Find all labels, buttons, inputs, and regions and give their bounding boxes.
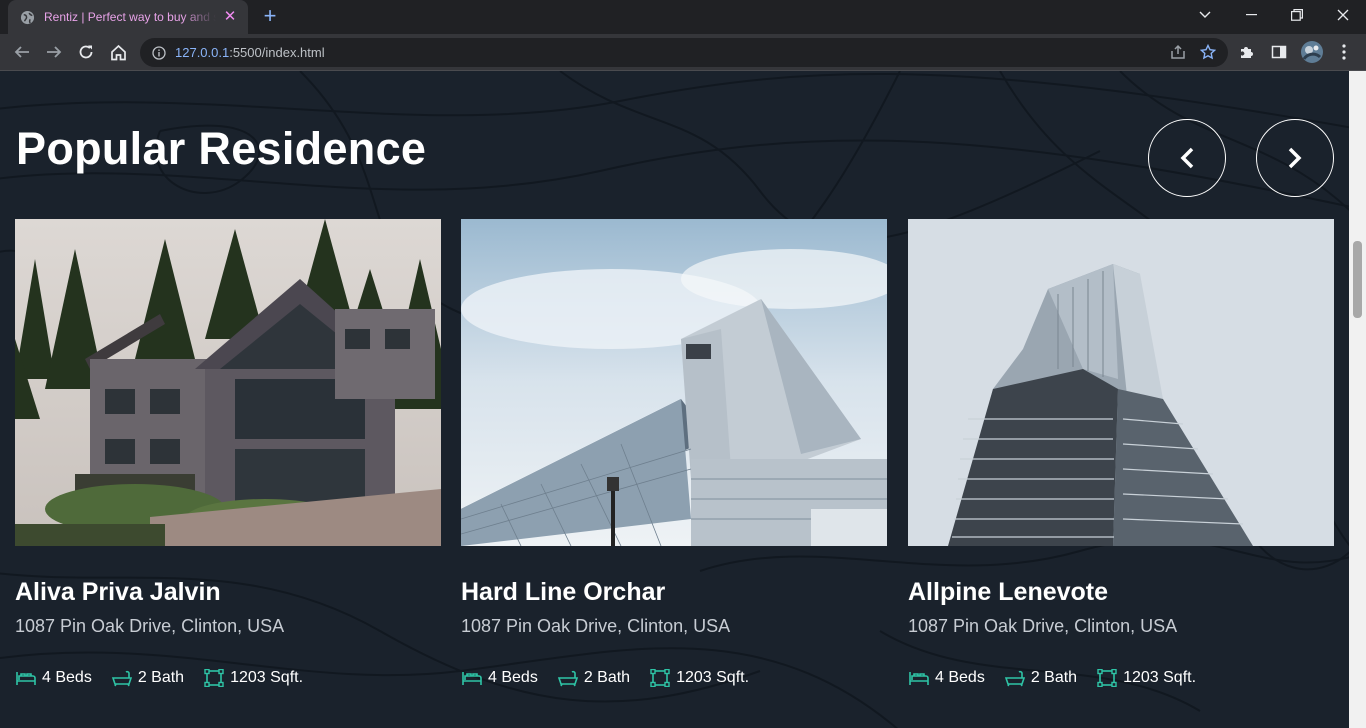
menu-kebab-icon[interactable] [1330,38,1358,66]
prev-slide-button[interactable] [1148,119,1226,197]
chevron-right-icon [1288,147,1302,169]
property-image-modern-building[interactable] [461,219,887,546]
property-address: 1087 Pin Oak Drive, Clinton, USA [461,616,731,636]
feature-area: 1203 Sqft. [1096,669,1196,687]
property-card[interactable]: Allpine Lenevote 1087 Pin Oak Drive, Cli… [908,219,1334,687]
chevron-left-icon [1180,147,1194,169]
bathtub-icon [1004,669,1026,687]
site-info-icon[interactable] [152,45,166,60]
area-label: 1203 Sqft. [1123,669,1197,686]
share-icon[interactable] [1170,44,1186,60]
address-bar[interactable]: 127.0.0.1:5500/index.html [140,38,1228,67]
feature-area: 1203 Sqft. [649,669,749,687]
window-controls [1182,0,1366,30]
feature-area: 1203 Sqft. [203,669,303,687]
feature-bath: 2 Bath [111,669,184,687]
bathtub-icon [111,669,133,687]
url-path: :5500/index.html [229,45,325,60]
property-card[interactable]: Hard Line Orchar 1087 Pin Oak Drive, Cli… [461,219,887,687]
new-tab-button[interactable]: + [258,5,282,28]
area-square-icon [649,669,671,687]
property-features: 4 Beds 2 Bath 1203 Sqft. [461,669,768,687]
tab-title: Rentiz | Perfect way to buy and sell [44,10,216,24]
feature-beds: 4 Beds [908,669,985,687]
area-label: 1203 Sqft. [230,669,304,686]
property-image-house[interactable] [15,219,441,546]
bed-icon [15,669,37,687]
close-window-button[interactable] [1320,0,1366,30]
area-square-icon [1096,669,1118,687]
globe-icon [20,10,35,25]
feature-beds: 4 Beds [461,669,538,687]
back-button[interactable] [8,38,36,66]
restore-button[interactable] [1274,0,1320,30]
close-tab-icon[interactable]: ✕ [222,9,238,25]
browser-tab[interactable]: Rentiz | Perfect way to buy and sell ✕ [8,0,248,34]
next-slide-button[interactable] [1256,119,1334,197]
feature-beds: 4 Beds [15,669,92,687]
profile-avatar[interactable] [1298,38,1326,66]
tab-search-icon[interactable] [1182,0,1228,30]
property-title[interactable]: Hard Line Orchar [461,578,665,607]
area-label: 1203 Sqft. [676,669,750,686]
area-square-icon [203,669,225,687]
browser-toolbar: 127.0.0.1:5500/index.html [0,34,1366,71]
reload-button[interactable] [72,38,100,66]
scrollbar-thumb[interactable] [1353,241,1362,318]
beds-label: 4 Beds [935,669,985,686]
feature-bath: 2 Bath [557,669,630,687]
bed-icon [908,669,930,687]
page-scrollbar[interactable] [1349,71,1366,728]
property-features: 4 Beds 2 Bath 1203 Sqft. [15,669,322,687]
feature-bath: 2 Bath [1004,669,1077,687]
bathtub-icon [557,669,579,687]
bath-label: 2 Bath [137,669,185,686]
bath-label: 2 Bath [1030,669,1078,686]
property-title[interactable]: Aliva Priva Jalvin [15,578,221,607]
property-card[interactable]: Aliva Priva Jalvin 1087 Pin Oak Drive, C… [15,219,441,687]
property-image-skyscraper[interactable] [908,219,1334,546]
extensions-puzzle-icon[interactable] [1233,38,1261,66]
property-features: 4 Beds 2 Bath 1203 Sqft. [908,669,1215,687]
page-viewport: Popular Residence Aliva Priva Jalvin 108… [0,71,1349,728]
property-title[interactable]: Allpine Lenevote [908,578,1108,607]
browser-tab-strip: Rentiz | Perfect way to buy and sell ✕ + [0,0,1366,34]
forward-button[interactable] [40,38,68,66]
minimize-button[interactable] [1228,0,1274,30]
bookmark-star-icon[interactable] [1200,44,1216,60]
property-address: 1087 Pin Oak Drive, Clinton, USA [908,616,1178,636]
home-button[interactable] [104,38,132,66]
side-panel-icon[interactable] [1265,38,1293,66]
url-host: 127.0.0.1 [175,45,230,60]
section-title: Popular Residence [16,123,427,174]
bath-label: 2 Bath [583,669,631,686]
property-address: 1087 Pin Oak Drive, Clinton, USA [15,616,285,636]
beds-label: 4 Beds [488,669,538,686]
bed-icon [461,669,483,687]
beds-label: 4 Beds [42,669,92,686]
